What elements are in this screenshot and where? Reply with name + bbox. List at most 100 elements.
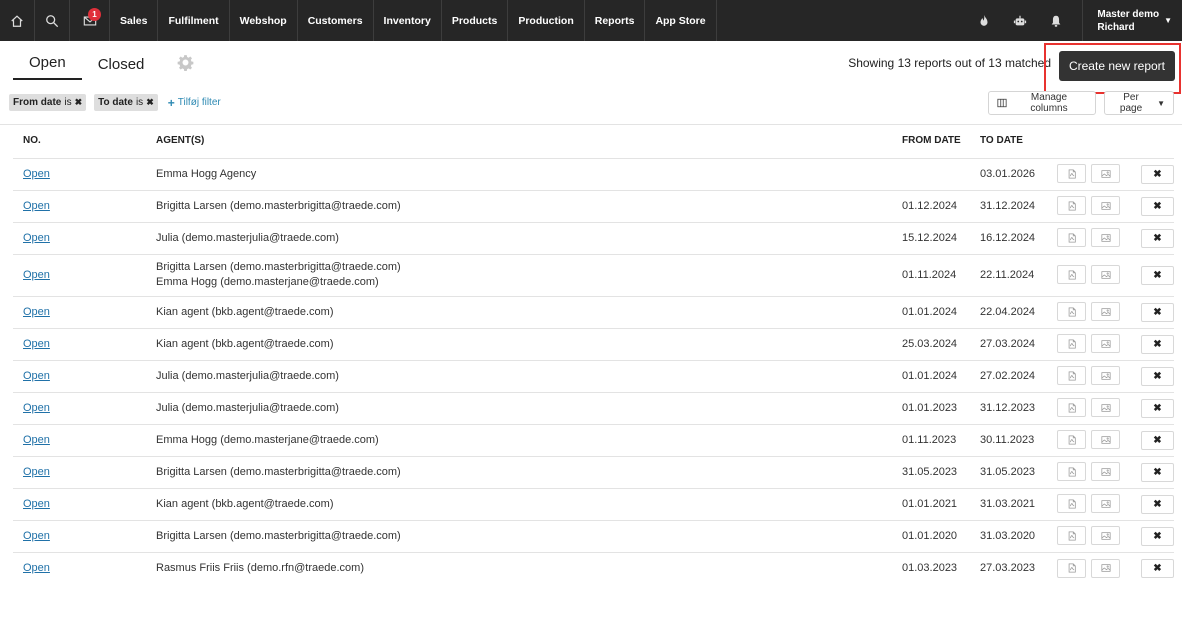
open-report-link[interactable]: Open [23, 402, 50, 414]
add-filter-button[interactable]: + Tilføj filter [168, 96, 221, 110]
download-pdf-button[interactable] [1057, 462, 1086, 482]
cell-image [1091, 456, 1141, 489]
download-pdf-button[interactable] [1057, 526, 1086, 546]
nav-inventory[interactable]: Inventory [374, 0, 442, 41]
cell-delete: ✖ [1141, 328, 1174, 361]
cell-delete: ✖ [1141, 392, 1174, 425]
delete-report-button[interactable]: ✖ [1141, 430, 1174, 450]
image-export-button[interactable] [1091, 164, 1120, 184]
nav-reports[interactable]: Reports [585, 0, 646, 41]
image-export-button[interactable] [1091, 558, 1120, 578]
delete-report-button[interactable]: ✖ [1141, 366, 1174, 386]
cell-to-date: 16.12.2024 [980, 222, 1057, 255]
filter-chip-to-date[interactable]: To date is ✖ [94, 94, 158, 111]
open-report-link[interactable]: Open [23, 498, 50, 510]
nav-webshop[interactable]: Webshop [230, 0, 298, 41]
delete-report-button[interactable]: ✖ [1141, 302, 1174, 322]
create-new-report-button[interactable]: Create new report [1059, 51, 1175, 81]
download-pdf-button[interactable] [1057, 196, 1086, 216]
delete-report-button[interactable]: ✖ [1141, 164, 1174, 184]
nav-app-store[interactable]: App Store [645, 0, 717, 41]
nav-products[interactable]: Products [442, 0, 509, 41]
tab-closed[interactable]: Closed [82, 50, 161, 80]
cell-from-date: 01.03.2023 [902, 561, 958, 574]
open-report-link[interactable]: Open [23, 232, 50, 244]
per-page-label: Per page [1119, 92, 1143, 114]
download-pdf-button[interactable] [1057, 398, 1086, 418]
home-icon [11, 14, 23, 27]
download-pdf-button[interactable] [1057, 366, 1086, 386]
download-pdf-button[interactable] [1057, 164, 1086, 184]
tab-settings-button[interactable] [177, 54, 194, 74]
image-export-button[interactable] [1091, 196, 1120, 216]
user-menu[interactable]: Master demo Richard ▼ [1082, 0, 1182, 41]
robot-icon [1014, 15, 1027, 25]
cell-to-date: 30.11.2023 [980, 424, 1057, 457]
open-report-link[interactable]: Open [23, 370, 50, 382]
download-pdf-button[interactable] [1057, 302, 1086, 322]
table-row: Open Kian agent (bkb.agent@traede.com) 0… [13, 296, 1174, 329]
column-header-to-date: TO DATE [980, 124, 1057, 159]
notifications-button[interactable] [1038, 0, 1074, 41]
delete-report-button[interactable]: ✖ [1141, 196, 1174, 216]
nav-sales[interactable]: Sales [110, 0, 159, 41]
delete-report-button[interactable]: ✖ [1141, 558, 1174, 578]
cell-delete: ✖ [1141, 254, 1174, 297]
delete-report-button[interactable]: ✖ [1141, 526, 1174, 546]
open-report-link[interactable]: Open [23, 530, 50, 542]
delete-report-button[interactable]: ✖ [1141, 494, 1174, 514]
fire-button[interactable] [966, 0, 1002, 41]
delete-report-button[interactable]: ✖ [1141, 228, 1174, 248]
image-icon [1100, 532, 1111, 540]
open-report-link[interactable]: Open [23, 306, 50, 318]
delete-report-button[interactable]: ✖ [1141, 462, 1174, 482]
close-icon: ✖ [1153, 200, 1162, 212]
search-button[interactable] [35, 0, 70, 41]
image-export-button[interactable] [1091, 526, 1120, 546]
tab-open[interactable]: Open [13, 48, 82, 80]
cell-to-date: 27.03.2024 [980, 328, 1057, 361]
open-report-link[interactable]: Open [23, 269, 50, 281]
home-button[interactable] [0, 0, 35, 41]
open-report-link[interactable]: Open [23, 200, 50, 212]
image-export-button[interactable] [1091, 265, 1120, 285]
image-export-button[interactable] [1091, 366, 1120, 386]
nav-production[interactable]: Production [508, 0, 585, 41]
mail-badge: 1 [88, 8, 101, 21]
download-pdf-button[interactable] [1057, 558, 1086, 578]
per-page-dropdown[interactable]: Per page ▼ [1104, 91, 1174, 115]
download-pdf-button[interactable] [1057, 430, 1086, 450]
image-export-button[interactable] [1091, 494, 1120, 514]
download-pdf-button[interactable] [1057, 228, 1086, 248]
download-pdf-button[interactable] [1057, 334, 1086, 354]
open-report-link[interactable]: Open [23, 562, 50, 574]
open-report-link[interactable]: Open [23, 466, 50, 478]
manage-columns-button[interactable]: Manage columns [988, 91, 1096, 115]
image-export-button[interactable] [1091, 334, 1120, 354]
open-report-link[interactable]: Open [23, 434, 50, 446]
image-export-button[interactable] [1091, 430, 1120, 450]
image-export-button[interactable] [1091, 398, 1120, 418]
nav-customers[interactable]: Customers [298, 0, 374, 41]
delete-report-button[interactable]: ✖ [1141, 265, 1174, 285]
delete-report-button[interactable]: ✖ [1141, 334, 1174, 354]
download-pdf-button[interactable] [1057, 494, 1086, 514]
close-icon[interactable]: ✖ [146, 97, 154, 108]
add-filter-label: Tilføj filter [177, 97, 221, 108]
image-export-button[interactable] [1091, 302, 1120, 322]
robot-button[interactable] [1002, 0, 1038, 41]
cell-agents: Kian agent (bkb.agent@traede.com) [156, 328, 902, 361]
delete-report-button[interactable]: ✖ [1141, 398, 1174, 418]
close-icon[interactable]: ✖ [75, 97, 83, 108]
open-report-link[interactable]: Open [23, 168, 50, 180]
nav-fulfilment[interactable]: Fulfilment [158, 0, 230, 41]
image-export-button[interactable] [1091, 228, 1120, 248]
cell-image [1091, 222, 1141, 255]
messages-button[interactable]: 1 [70, 0, 110, 41]
image-export-button[interactable] [1091, 462, 1120, 482]
image-icon [1100, 468, 1111, 476]
download-pdf-button[interactable] [1057, 265, 1086, 285]
status-tabs: Open Closed [13, 48, 194, 80]
filter-chip-from-date[interactable]: From date is ✖ [9, 94, 87, 111]
open-report-link[interactable]: Open [23, 338, 50, 350]
